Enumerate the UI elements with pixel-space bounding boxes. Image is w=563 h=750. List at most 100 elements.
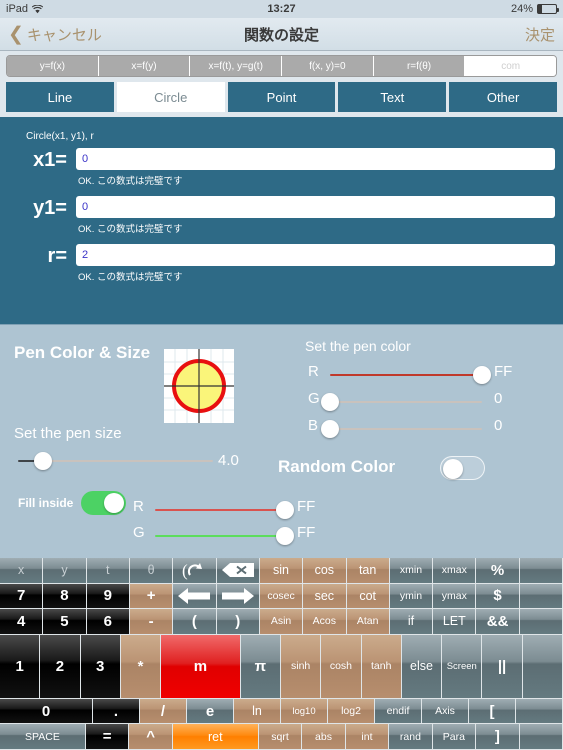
key-screen-3-10[interactable]: Screen	[442, 634, 483, 699]
form-field-input-0[interactable]: 0	[76, 148, 555, 170]
form-field-input-2[interactable]: 2	[76, 244, 555, 266]
pen-color-slider-b[interactable]	[321, 420, 482, 438]
slider-knob[interactable]	[473, 366, 491, 384]
slider-knob[interactable]	[276, 501, 294, 519]
fill-inside-toggle[interactable]	[81, 491, 126, 515]
key-cosh-3-7[interactable]: cosh	[321, 634, 362, 699]
key-sym-3-11[interactable]: ||	[482, 634, 523, 699]
key-else-3-9[interactable]: else	[401, 634, 443, 699]
key-4-2-0[interactable]: 4	[0, 609, 44, 635]
key-6-2-2[interactable]: 6	[86, 609, 130, 635]
key-sinh-3-6[interactable]: sinh	[280, 634, 322, 699]
key-arrow-right-icon-1-5[interactable]	[216, 583, 260, 610]
object-tab-circle[interactable]: Circle	[116, 82, 225, 112]
key-cot-1-8[interactable]: cot	[346, 583, 390, 610]
key-sin-0-6[interactable]: sin	[259, 558, 304, 584]
slider-knob[interactable]	[321, 393, 339, 411]
key-sym-0-3[interactable]: θ	[129, 558, 174, 584]
key-cos-0-7[interactable]: cos	[303, 558, 347, 584]
key-blank-3-12[interactable]	[522, 634, 563, 699]
pen-size-slider[interactable]	[18, 452, 213, 470]
function-type-tab-0[interactable]: y=f(x)	[7, 56, 99, 76]
key-space-5-0[interactable]: SPACE	[0, 724, 86, 750]
key-sym-2-11[interactable]: &&	[476, 609, 520, 635]
key-t-0-2[interactable]: t	[86, 558, 130, 584]
object-tab-point[interactable]: Point	[227, 82, 336, 112]
function-type-tab-3[interactable]: f(x, y)=0	[282, 56, 374, 76]
key-sym-2-3[interactable]: -	[129, 609, 174, 635]
slider-knob[interactable]	[321, 420, 339, 438]
key-sym-5-2[interactable]: ^	[129, 724, 173, 750]
key-int-5-6[interactable]: int	[345, 724, 390, 750]
key-xmin-0-9[interactable]: xmin	[389, 558, 434, 584]
key-7-1-0[interactable]: 7	[0, 583, 44, 610]
key-sqrt-5-4[interactable]: sqrt	[258, 724, 303, 750]
key-sym-2-5[interactable]: )	[216, 609, 260, 635]
random-color-toggle[interactable]	[440, 456, 485, 480]
function-type-tab-1[interactable]: x=f(y)	[98, 56, 191, 76]
key-xmax-0-10[interactable]: xmax	[433, 558, 477, 584]
key-blank-5-10[interactable]	[519, 724, 563, 750]
key-arrow-left-icon-1-4[interactable]	[173, 583, 217, 610]
key-backspace-icon-0-5[interactable]	[216, 558, 260, 584]
key-blank-1-12[interactable]	[519, 583, 563, 610]
key-blank-0-12[interactable]	[519, 558, 563, 584]
pen-size-slider-knob[interactable]	[34, 452, 53, 470]
object-tab-text[interactable]: Text	[338, 82, 447, 112]
key-sym-1-11[interactable]: $	[476, 583, 520, 610]
key-ret-5-3[interactable]: ret	[172, 724, 259, 750]
key-x-0-0[interactable]: x	[0, 558, 44, 584]
key-y-0-1[interactable]: y	[43, 558, 87, 584]
key-0-4-0[interactable]: 0	[0, 698, 93, 725]
key-sym-5-1[interactable]: =	[85, 724, 130, 750]
done-button[interactable]: 決定	[525, 24, 555, 45]
slider-knob[interactable]	[276, 527, 294, 545]
key-sym-4-1[interactable]: .	[93, 698, 140, 725]
pen-color-slider-r[interactable]	[330, 366, 491, 384]
key-e-4-3[interactable]: e	[187, 698, 234, 725]
key-8-1-1[interactable]: 8	[43, 583, 87, 610]
key-ymax-1-10[interactable]: ymax	[433, 583, 477, 610]
key-endif-4-7[interactable]: endif	[375, 698, 422, 725]
key-2-3-1[interactable]: 2	[40, 634, 81, 699]
function-type-tab-2[interactable]: x=f(t), y=g(t)	[190, 56, 283, 76]
key-blank-2-12[interactable]	[519, 609, 563, 635]
key-tanh-3-8[interactable]: tanh	[361, 634, 402, 699]
key-sym-1-3[interactable]: +	[129, 583, 174, 610]
key-sym-2-4[interactable]: (	[173, 609, 217, 635]
key-if-2-9[interactable]: if	[389, 609, 434, 635]
key-asin-2-6[interactable]: Asin	[259, 609, 304, 635]
key-atan-2-8[interactable]: Atan	[346, 609, 390, 635]
key-sec-1-7[interactable]: sec	[303, 583, 347, 610]
key-sym-4-9[interactable]: [	[469, 698, 516, 725]
key-1-3-0[interactable]: 1	[0, 634, 41, 699]
key-blank-4-10[interactable]	[516, 698, 563, 725]
key-undo-icon-0-4[interactable]: (	[173, 558, 217, 584]
key-sym-5-9[interactable]: ]	[476, 724, 520, 750]
key-para-5-8[interactable]: Para	[432, 724, 477, 750]
key-3-3-2[interactable]: 3	[80, 634, 121, 699]
function-type-tab-5[interactable]: com	[465, 56, 556, 76]
object-tab-line[interactable]: Line	[6, 82, 114, 112]
key-axis-4-8[interactable]: Axis	[422, 698, 469, 725]
key-m-3-4[interactable]: m	[161, 634, 241, 699]
key-sym-3-3[interactable]: *	[120, 634, 162, 699]
object-tab-other[interactable]: Other	[449, 82, 557, 112]
key-log10-4-5[interactable]: log10	[281, 698, 328, 725]
key-ln-4-4[interactable]: ln	[234, 698, 281, 725]
form-field-input-1[interactable]: 0	[76, 196, 555, 218]
fill-color-slider-g[interactable]	[155, 527, 294, 545]
key-cosec-1-6[interactable]: cosec	[259, 583, 304, 610]
key-sym-0-11[interactable]: %	[476, 558, 520, 584]
key-rand-5-7[interactable]: rand	[389, 724, 433, 750]
fill-color-slider-r[interactable]	[155, 501, 294, 519]
key-sym-4-2[interactable]: /	[140, 698, 187, 725]
key-log2-4-6[interactable]: log2	[328, 698, 375, 725]
key-abs-5-5[interactable]: abs	[302, 724, 346, 750]
key-let-2-10[interactable]: LET	[433, 609, 477, 635]
key-5-2-1[interactable]: 5	[43, 609, 87, 635]
key-ymin-1-9[interactable]: ymin	[389, 583, 434, 610]
key-9-1-2[interactable]: 9	[86, 583, 130, 610]
key-tan-0-8[interactable]: tan	[346, 558, 390, 584]
pen-color-slider-g[interactable]	[321, 393, 482, 411]
